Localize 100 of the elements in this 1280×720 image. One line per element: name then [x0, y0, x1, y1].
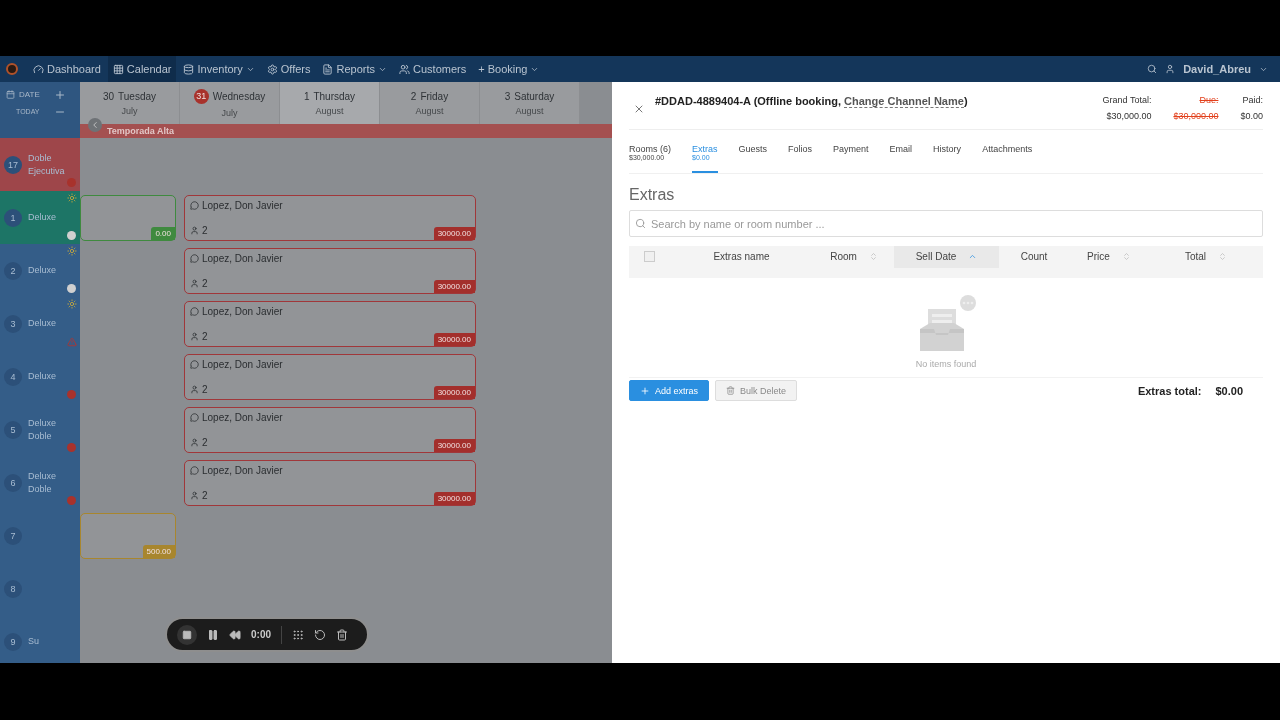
nav-item[interactable]: Dashboard [28, 56, 106, 82]
day-number: 1 [303, 90, 310, 102]
booking-price: 30000.00 [433, 439, 475, 452]
room-name: Deluxe [28, 370, 57, 383]
column-header[interactable]: Price [1069, 246, 1149, 268]
rewind-button[interactable] [229, 628, 241, 641]
room-label[interactable]: 7 [0, 509, 80, 562]
nav-item[interactable]: Inventory [178, 56, 260, 82]
tab[interactable]: Payment [833, 144, 869, 173]
comment-icon [190, 254, 199, 263]
tab[interactable]: History [933, 144, 962, 173]
close-button[interactable] [633, 103, 645, 115]
total-label: Grand Total: [1102, 95, 1152, 105]
comment-icon [190, 360, 199, 369]
day-header[interactable]: 31 Wednesday July [180, 82, 280, 124]
document-icon [322, 63, 334, 75]
extras-total-value: $0.00 [1215, 384, 1243, 397]
comment-icon [190, 413, 199, 422]
pause-button[interactable] [207, 628, 219, 641]
room-number: 8 [4, 579, 22, 598]
extras-total-label: Extras total: [1137, 384, 1202, 397]
search-icon [635, 218, 646, 229]
booking-card[interactable]: Lopez, Don Javier 2 30000.00 [184, 248, 476, 294]
column-header: Count [1019, 250, 1049, 265]
user-name[interactable]: David_Abreu [1183, 63, 1251, 75]
nav-item[interactable]: Offers [261, 56, 316, 82]
calendar-icon [6, 90, 15, 99]
empty-message: No items found [915, 359, 977, 369]
weekday: Thursday [313, 90, 356, 102]
room-number: 9 [4, 632, 22, 651]
nav-item[interactable]: + Booking [473, 56, 545, 82]
search-field[interactable]: Search by name or room number ... [629, 210, 1263, 237]
grid-button[interactable] [292, 628, 304, 641]
total-value: $30,000.00 [1173, 111, 1219, 121]
day-header[interactable]: 3 Saturday August [480, 82, 580, 124]
booking-price: 30000.00 [433, 227, 475, 240]
room-name: Su [28, 635, 40, 648]
tab[interactable]: Folios [788, 144, 813, 173]
booking-card[interactable]: Lopez, Don Javier 2 30000.00 [184, 354, 476, 400]
column-header[interactable]: Room [814, 246, 894, 268]
room-name: Deluxe [28, 211, 57, 224]
room-label[interactable]: 17 Doble Ejecutiva [0, 138, 80, 191]
weekday: Tuesday [118, 90, 157, 102]
grid-icon [112, 63, 124, 75]
tab[interactable]: Guests [738, 144, 768, 173]
booking-price: 0.00 [151, 227, 175, 240]
room-label[interactable]: 6 Deluxe Doble [0, 456, 80, 509]
add-extras-button[interactable]: Add extras [629, 380, 710, 401]
recording-time: 0:00 [251, 629, 271, 640]
date-label[interactable]: DATE [19, 90, 40, 99]
day-header[interactable]: 1 Thursday August [280, 82, 380, 124]
booking-card[interactable]: 0.00 [80, 195, 176, 241]
room-label[interactable]: 8 [0, 562, 80, 615]
room-number: 7 [4, 526, 22, 545]
room-number: 17 [4, 155, 22, 174]
tab[interactable]: Attachments [982, 144, 1033, 173]
booking-card[interactable]: Lopez, Don Javier 2 30000.00 [184, 195, 476, 241]
booking-price: 500.00 [142, 545, 175, 558]
room-label[interactable]: 4 Deluxe [0, 350, 80, 403]
booking-card[interactable]: Lopez, Don Javier 2 30000.00 [184, 460, 476, 506]
room-label[interactable]: 5 Deluxe Doble [0, 403, 80, 456]
section-title: Extras [629, 186, 676, 204]
person-icon [190, 438, 199, 447]
month: August [515, 105, 544, 116]
room-number: 5 [4, 420, 22, 439]
booking-card[interactable]: Lopez, Don Javier 2 30000.00 [184, 301, 476, 347]
nav-item[interactable]: Calendar [107, 56, 177, 82]
column-header[interactable]: Total [1149, 246, 1263, 268]
app-logo-icon[interactable] [6, 63, 18, 75]
nav-item[interactable]: Customers [394, 56, 472, 82]
tab[interactable]: Email [889, 144, 913, 173]
day-header[interactable]: 30 Tuesday July [80, 82, 180, 124]
booking-title: #DDAD-4889404-A (Offline booking, Change Channel Name) [655, 95, 968, 107]
trash-icon [336, 628, 348, 641]
select-all-checkbox[interactable] [643, 251, 655, 263]
trash-icon [726, 386, 736, 395]
restart-button[interactable] [314, 628, 326, 641]
users-icon [399, 63, 410, 75]
guest-name: Lopez, Don Javier [202, 465, 283, 476]
column-header[interactable]: Sell Date [894, 246, 999, 268]
nav-item[interactable]: Reports [317, 56, 392, 82]
change-channel-link[interactable]: Change Channel Name [844, 95, 964, 108]
plus-icon[interactable] [54, 88, 66, 101]
stop-button[interactable] [177, 624, 197, 645]
search-icon[interactable] [1147, 64, 1158, 74]
room-name: Deluxe Doble [28, 416, 57, 443]
day-header[interactable]: 2 Friday August [380, 82, 480, 124]
room-label[interactable]: 2 Deluxe [0, 244, 80, 297]
trash-button[interactable] [336, 628, 348, 641]
room-number: 6 [4, 473, 22, 492]
room-label[interactable]: 9 Su [0, 615, 80, 663]
column-header: Extras name [712, 250, 771, 265]
plus-icon [640, 385, 650, 396]
day-number: 2 [410, 90, 417, 102]
booking-card[interactable]: Lopez, Don Javier 2 30000.00 [184, 407, 476, 453]
room-label[interactable]: 1 Deluxe [0, 191, 80, 244]
room-label[interactable]: 3 Deluxe [0, 297, 80, 350]
guest-count: 2 [202, 437, 208, 448]
guest-count: 2 [202, 225, 208, 236]
restart-icon [314, 628, 326, 641]
